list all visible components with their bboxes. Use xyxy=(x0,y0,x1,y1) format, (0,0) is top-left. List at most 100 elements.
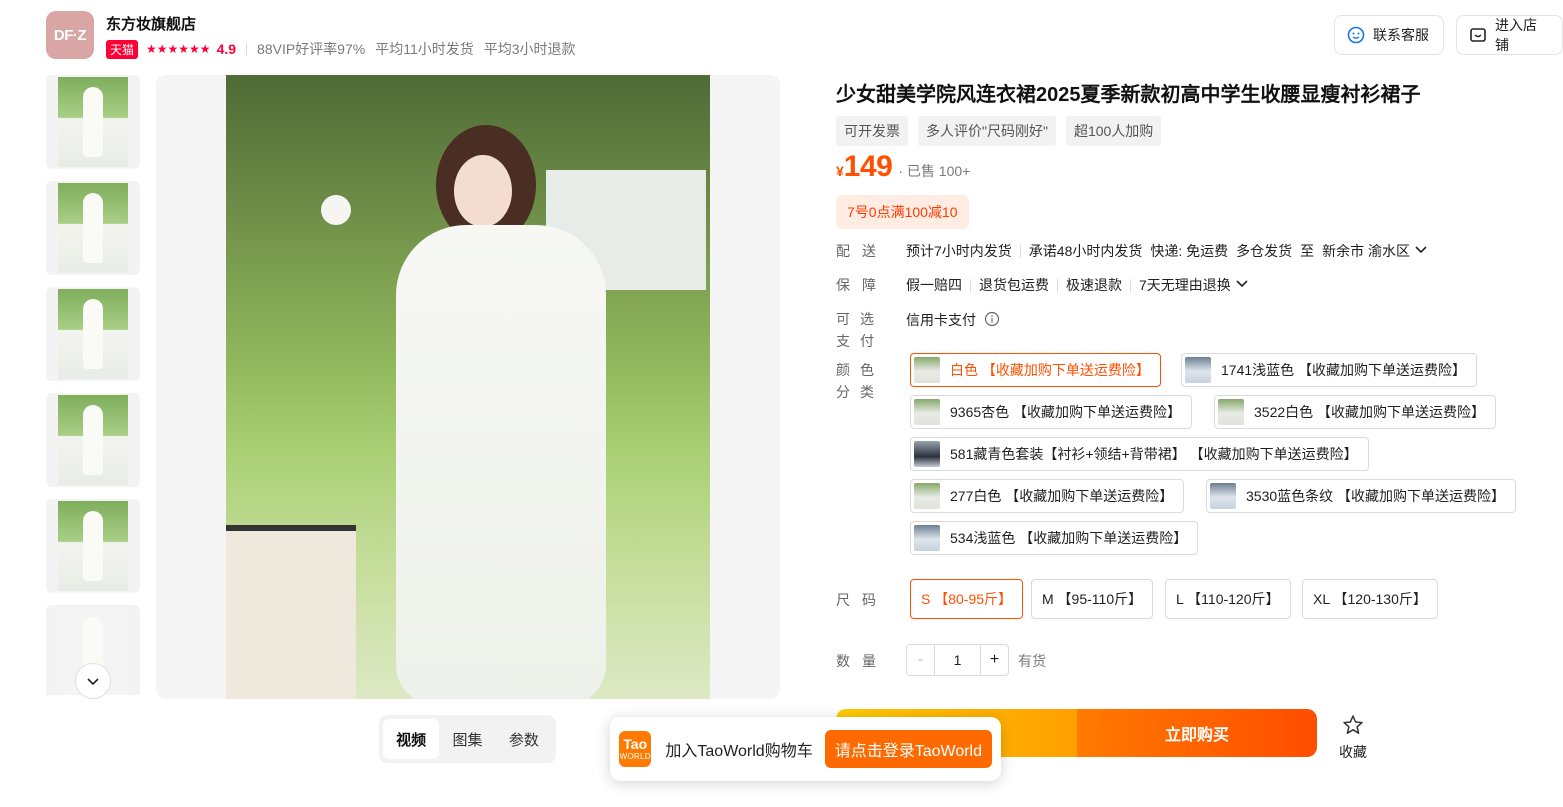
taoworld-login-button[interactable]: 请点击登录TaoWorld xyxy=(824,730,992,768)
taoworld-logo: Tao WORLD xyxy=(619,731,652,767)
color-option[interactable]: 581藏青色套装【衬衫+领结+背带裙】 【收藏加购下单送运费险】 xyxy=(910,437,1369,471)
swatch-thumbnail xyxy=(914,441,940,467)
tab-params[interactable]: 参数 xyxy=(496,719,552,759)
guarantee-item: 极速退款 xyxy=(1066,277,1122,293)
stock-status: 有货 xyxy=(1018,653,1046,669)
taoworld-popup: Tao WORLD 加入TaoWorld购物车 请点击登录TaoWorld xyxy=(610,717,1001,781)
color-option[interactable]: 3522白色 【收藏加购下单送运费险】 xyxy=(1214,395,1497,429)
delivery-express: 快递: 免运费 xyxy=(1150,243,1229,259)
smiley-chat-icon xyxy=(1347,26,1365,44)
enter-store-label: 进入店铺 xyxy=(1495,17,1537,53)
guarantee-info[interactable]: 假一赔四 退货包运费 极速退款 7天无理由退换 xyxy=(906,275,1249,295)
color-option-label: 277白色 【收藏加购下单送运费险】 xyxy=(950,488,1174,504)
delivery-warehouse: 多仓发货 xyxy=(1236,243,1293,259)
swatch-thumbnail xyxy=(1185,357,1211,383)
store-name[interactable]: 东方妆旗舰店 xyxy=(106,13,196,34)
thumbnail[interactable] xyxy=(46,75,140,169)
guarantee-item: 退货包运费 xyxy=(979,277,1049,293)
size-option[interactable]: XL 【120-130斤】 xyxy=(1302,579,1438,619)
size-option[interactable]: M 【95-110斤】 xyxy=(1031,579,1154,619)
info-icon[interactable] xyxy=(984,311,1000,330)
swatch-thumbnail xyxy=(914,525,940,551)
guarantee-label: 保障 xyxy=(836,277,888,293)
divider xyxy=(1019,244,1021,258)
tab-video[interactable]: 视频 xyxy=(383,719,440,759)
quantity-stepper: - 1 + xyxy=(906,644,1009,676)
quantity-decrease-button[interactable]: - xyxy=(907,645,935,675)
color-option[interactable]: 白色 【收藏加购下单送运费险】 xyxy=(910,353,1161,387)
color-option[interactable]: 9365杏色 【收藏加购下单送运费险】 xyxy=(910,395,1193,429)
color-option[interactable]: 534浅蓝色 【收藏加购下单送运费险】 xyxy=(910,521,1199,555)
price-row: ¥ 149 · 已售 100+ xyxy=(836,150,970,184)
divider xyxy=(246,42,248,56)
color-label: 颜色分类 xyxy=(836,362,884,400)
buy-now-button[interactable]: 立即购买 xyxy=(1077,709,1317,757)
payment-info: 信用卡支付 xyxy=(906,310,1000,330)
color-option[interactable]: 277白色 【收藏加购下单送运费险】 xyxy=(910,479,1185,513)
thumbnail-list xyxy=(46,75,140,695)
store-meta: 天猫 ★★★★★★ 4.9 88VIP好评率97% 平均11小时发货 平均3小时… xyxy=(106,39,586,59)
media-tabs: 视频 图集 参数 xyxy=(379,715,556,763)
swatch-thumbnail xyxy=(914,399,940,425)
main-product-image[interactable] xyxy=(156,75,780,699)
thumbnail[interactable] xyxy=(46,393,140,487)
swatch-thumbnail xyxy=(914,483,940,509)
store-icon xyxy=(1469,26,1487,44)
product-photo xyxy=(226,75,710,699)
color-option-label: 3522白色 【收藏加购下单送运费险】 xyxy=(1254,404,1486,420)
sold-count: · 已售 100+ xyxy=(898,163,971,179)
quantity-input[interactable]: 1 xyxy=(935,652,980,668)
delivery-eta: 预计7小时内发货 xyxy=(906,243,1012,259)
size-option[interactable]: L 【110-120斤】 xyxy=(1165,579,1291,619)
color-option[interactable]: 1741浅蓝色 【收藏加购下单送运费险】 xyxy=(1181,353,1478,387)
promo-badge[interactable]: 7号0点满100减10 xyxy=(836,195,969,229)
thumbnail[interactable] xyxy=(46,287,140,381)
color-option[interactable]: 3530蓝色条纹 【收藏加购下单送运费险】 xyxy=(1206,479,1517,513)
payment-method: 信用卡支付 xyxy=(906,312,976,328)
favorite-button[interactable]: 收藏 xyxy=(1333,714,1373,762)
chevron-down-icon[interactable] xyxy=(1414,243,1428,259)
taoworld-logo-bottom: WORLD xyxy=(619,752,651,761)
guarantee-item: 7天无理由退换 xyxy=(1139,277,1231,293)
size-label: 尺码 xyxy=(836,592,888,608)
delivery-to: 至 xyxy=(1300,243,1315,259)
tag-review[interactable]: 多人评价"尺码刚好" xyxy=(918,116,1056,146)
favorite-label: 收藏 xyxy=(1339,744,1367,760)
color-option-label: 534浅蓝色 【收藏加购下单送运费险】 xyxy=(950,530,1188,546)
tab-gallery[interactable]: 图集 xyxy=(439,719,495,759)
guarantee-item: 假一赔四 xyxy=(906,277,962,293)
color-option-label: 581藏青色套装【衬衫+领结+背带裙】 【收藏加购下单送运费险】 xyxy=(950,446,1358,462)
color-option-label: 9365杏色 【收藏加购下单送运费险】 xyxy=(950,404,1182,420)
chevron-down-icon xyxy=(87,678,99,686)
thumbnail[interactable] xyxy=(46,181,140,275)
store-meta-ship: 平均11小时发货 xyxy=(375,41,474,57)
size-option[interactable]: S 【80-95斤】 xyxy=(910,579,1024,619)
star-outline-icon xyxy=(1342,714,1364,740)
quantity-label: 数量 xyxy=(836,653,888,669)
tag-cart-count: 超100人加购 xyxy=(1065,116,1162,146)
price-value: 149 xyxy=(843,150,893,183)
delivery-address[interactable]: 新余市 渝水区 xyxy=(1322,241,1410,261)
thumbnails-scroll-down-button[interactable] xyxy=(75,663,111,699)
divider xyxy=(1057,278,1058,292)
store-meta-refund: 平均3小时退款 xyxy=(483,41,576,57)
swatch-thumbnail xyxy=(1218,399,1244,425)
popup-message: 加入TaoWorld购物车 xyxy=(665,743,813,760)
store-rating: 4.9 xyxy=(216,41,237,57)
store-logo[interactable]: DF·Z xyxy=(46,11,94,59)
contact-service-label: 联系客服 xyxy=(1373,27,1429,43)
color-option-label: 3530蓝色条纹 【收藏加购下单送运费险】 xyxy=(1246,488,1506,504)
thumbnail[interactable] xyxy=(46,499,140,593)
delivery-promise: 承诺48小时内发货 xyxy=(1028,243,1143,259)
contact-service-button[interactable]: 联系客服 xyxy=(1334,15,1444,55)
tag-invoice: 可开发票 xyxy=(836,116,908,146)
chevron-down-icon[interactable] xyxy=(1235,277,1249,293)
color-option-label: 1741浅蓝色 【收藏加购下单送运费险】 xyxy=(1221,362,1467,378)
swatch-thumbnail xyxy=(1210,483,1236,509)
delivery-label: 配送 xyxy=(836,243,888,259)
divider xyxy=(1130,278,1131,292)
product-title: 少女甜美学院风连衣裙2025夏季新款初高中学生收腰显瘦衬衫裙子 xyxy=(836,84,1421,106)
enter-store-button[interactable]: 进入店铺 xyxy=(1456,15,1563,55)
delivery-info: 预计7小时内发货 承诺48小时内发货 快递: 免运费 多仓发货 至 新余市 渝水… xyxy=(906,241,1428,261)
quantity-increase-button[interactable]: + xyxy=(980,645,1008,675)
